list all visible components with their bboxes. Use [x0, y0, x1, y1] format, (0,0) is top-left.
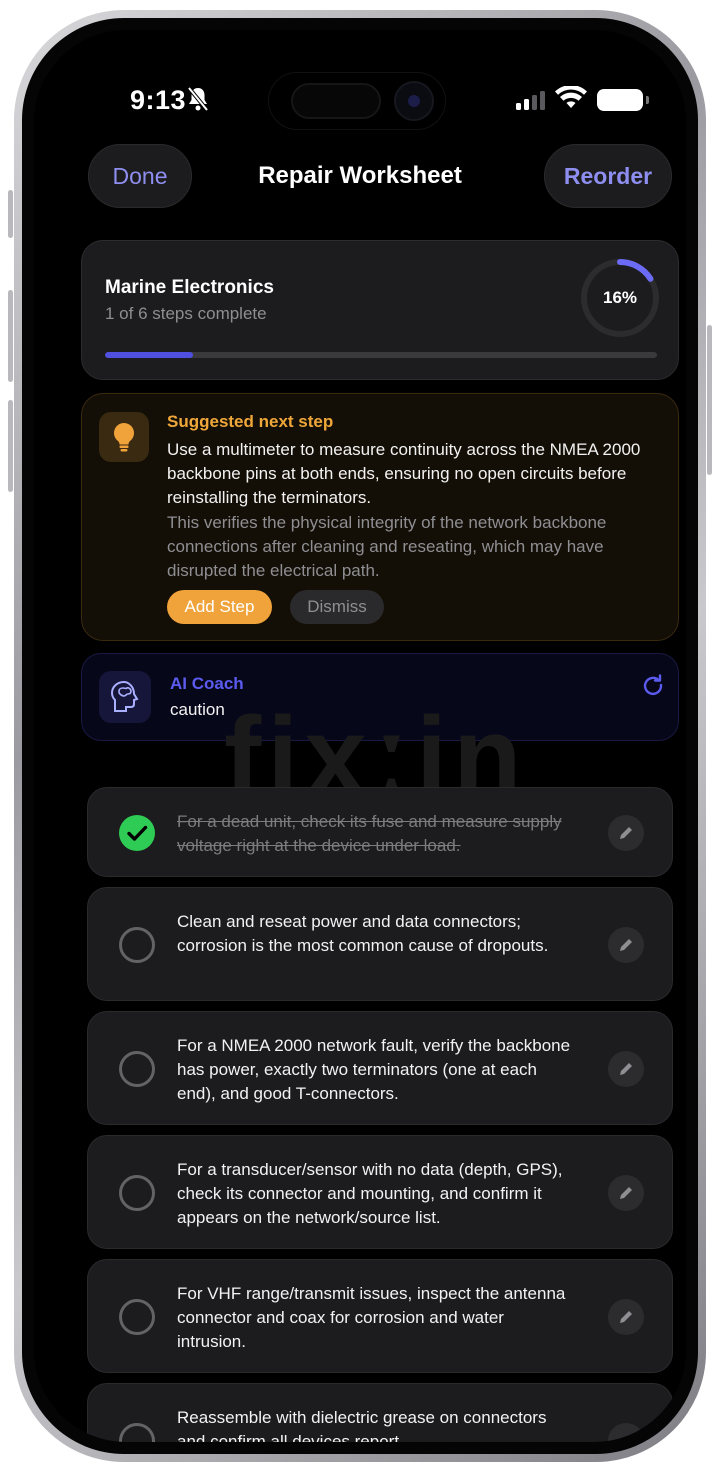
- pencil-icon[interactable]: [608, 1051, 644, 1087]
- category-title: Marine Electronics: [105, 277, 274, 298]
- brain-head-icon: [99, 671, 151, 723]
- suggestion-card: Suggested next step Use a multimeter to …: [81, 393, 679, 641]
- empty-circle-icon[interactable]: [119, 927, 155, 963]
- battery-icon: [597, 89, 649, 111]
- wifi-icon: [555, 86, 587, 108]
- pencil-icon[interactable]: [608, 1299, 644, 1335]
- cellular-signal-icon: [516, 91, 545, 110]
- progress-bar: [105, 352, 657, 358]
- suggestion-title: Suggested next step: [167, 412, 334, 431]
- empty-circle-icon[interactable]: [119, 1299, 155, 1335]
- step-text: For a transducer/sensor with no data (de…: [177, 1160, 563, 1227]
- steps-complete-label: 1 of 6 steps complete: [105, 304, 267, 323]
- camera-icon: [394, 81, 434, 121]
- empty-circle-icon[interactable]: [119, 1175, 155, 1211]
- suggestion-reason: This verifies the physical integrity of …: [167, 513, 607, 580]
- pencil-icon[interactable]: [608, 927, 644, 963]
- step-row-3[interactable]: For a NMEA 2000 network fault, verify th…: [87, 1011, 673, 1125]
- pencil-icon[interactable]: [608, 1423, 644, 1442]
- step-text: For a NMEA 2000 network fault, verify th…: [177, 1036, 571, 1103]
- status-time: 9:13: [130, 85, 187, 115]
- action-button: [8, 190, 13, 238]
- step-text: Reassemble with dielectric grease on con…: [177, 1408, 547, 1442]
- progress-percent: 16%: [602, 288, 638, 307]
- dismiss-button[interactable]: Dismiss: [290, 590, 384, 624]
- bell-slash-icon: [187, 86, 209, 112]
- power-button: [707, 325, 712, 475]
- step-row-6[interactable]: Reassemble with dielectric grease on con…: [87, 1383, 673, 1442]
- suggestion-body: Use a multimeter to measure continuity a…: [167, 440, 641, 507]
- step-row-2[interactable]: Clean and reseat power and data connecto…: [87, 887, 673, 1001]
- step-text: Clean and reseat power and data connecto…: [177, 912, 549, 955]
- refresh-icon[interactable]: [642, 674, 664, 696]
- pencil-icon[interactable]: [608, 815, 644, 851]
- step-row-1[interactable]: For a dead unit, check its fuse and meas…: [87, 787, 673, 877]
- volume-up-button: [8, 290, 13, 382]
- lightbulb-icon: [99, 412, 149, 462]
- ai-coach-title: AI Coach: [170, 674, 244, 693]
- add-step-button[interactable]: Add Step: [167, 590, 272, 624]
- step-text: For a dead unit, check its fuse and meas…: [177, 812, 562, 855]
- dynamic-island: [268, 72, 446, 130]
- step-row-5[interactable]: For VHF range/transmit issues, inspect t…: [87, 1259, 673, 1373]
- bezel: 9:13 Done Repair Worksheet Reorder Marin…: [22, 18, 698, 1454]
- progress-bar-fill: [105, 352, 194, 358]
- pencil-icon[interactable]: [608, 1175, 644, 1211]
- reorder-button[interactable]: Reorder: [544, 144, 672, 208]
- ai-coach-message: caution: [170, 700, 225, 719]
- empty-circle-icon[interactable]: [119, 1423, 155, 1442]
- step-text: For VHF range/transmit issues, inspect t…: [177, 1284, 566, 1351]
- status-bar: 9:13: [34, 30, 686, 140]
- step-row-4[interactable]: For a transducer/sensor with no data (de…: [87, 1135, 673, 1249]
- progress-card: Marine Electronics 1 of 6 steps complete…: [81, 240, 679, 380]
- phone-frame: 9:13 Done Repair Worksheet Reorder Marin…: [8, 10, 712, 1462]
- screen: 9:13 Done Repair Worksheet Reorder Marin…: [34, 30, 686, 1442]
- checkmark-icon[interactable]: [119, 815, 155, 851]
- volume-down-button: [8, 400, 13, 492]
- empty-circle-icon[interactable]: [119, 1051, 155, 1087]
